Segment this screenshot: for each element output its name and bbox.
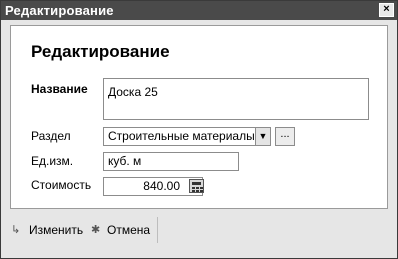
section-select-value: Строительные материалы [108,129,255,143]
cost-label: Стоимость [31,178,92,192]
dropdown-arrow-icon[interactable]: ▼ [255,128,270,145]
section-select[interactable]: Строительные материалы ▼ [103,127,271,146]
bottom-toolbar: ↳ Изменить ✱ Отмена [1,215,397,245]
cost-value: 840.00 [143,179,180,193]
toolbar-separator [157,217,158,243]
name-label: Название [31,82,88,96]
title-bar[interactable]: Редактирование × [1,1,397,20]
unit-label: Ед.изм. [31,154,74,168]
unit-field[interactable]: куб. м [103,152,239,171]
edit-arrow-icon: ↳ [11,224,21,236]
section-label: Раздел [31,129,71,143]
close-icon: × [383,3,390,15]
cancel-icon: ✱ [91,224,101,236]
form-heading: Редактирование [31,42,170,61]
cost-field[interactable]: 840.00 [103,177,203,196]
close-button[interactable]: × [379,3,394,17]
form-panel: Редактирование Название Доска 25 Раздел … [10,25,388,209]
edit-dialog: Редактирование × Редактирование Название… [0,0,398,259]
cancel-button[interactable]: Отмена [107,223,150,237]
calculator-icon[interactable] [189,179,204,193]
name-field[interactable]: Доска 25 [103,78,369,120]
window-title: Редактирование [5,3,114,18]
change-button[interactable]: Изменить [29,223,83,237]
section-browse-button[interactable]: ... [275,127,295,146]
